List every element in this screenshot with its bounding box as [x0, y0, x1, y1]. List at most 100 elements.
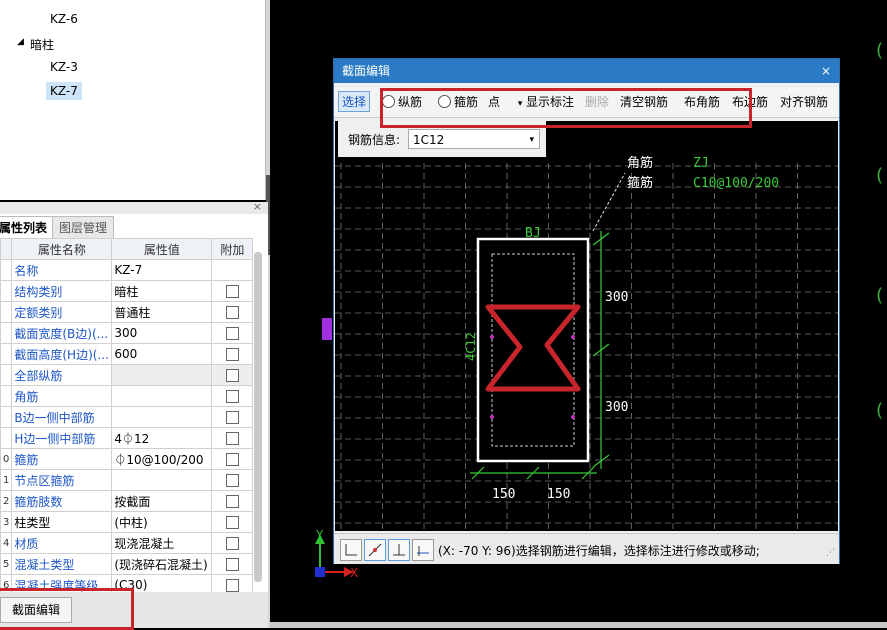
table-row[interactable]: 定额类别 普通柱 [0, 301, 254, 323]
property-extra [211, 259, 254, 281]
align-rebar-button[interactable]: 对齐钢筋 [780, 93, 828, 110]
property-value[interactable]: 暗柱 [111, 280, 213, 302]
property-name: 名称 [11, 259, 113, 281]
property-value[interactable] [111, 364, 213, 386]
rebar-point [490, 415, 494, 419]
row-number: 3 [0, 511, 13, 533]
checkbox[interactable] [225, 558, 239, 571]
select-button[interactable]: 选择 [338, 91, 371, 112]
row-number [0, 280, 13, 302]
checkbox[interactable] [225, 495, 239, 508]
table-row[interactable]: 3 柱类型 (中柱) [0, 511, 254, 533]
tab-layer-manager[interactable]: 图层管理 [52, 216, 115, 239]
section-canvas[interactable]: 角筋 箍筋 ZJ C10@100/200 BJ 4C12 300 300 150 150 [335, 121, 838, 531]
checkbox[interactable] [225, 411, 239, 424]
checkbox[interactable] [225, 474, 239, 487]
edge-mark-icon: ( [876, 285, 884, 306]
rebar-point [490, 335, 494, 339]
table-row[interactable]: 2 箍筋肢数 按截面 [0, 490, 254, 512]
table-row[interactable]: 1 节点区箍筋 [0, 469, 254, 491]
property-value[interactable]: 300 [111, 322, 213, 344]
property-extra [211, 280, 254, 302]
property-value[interactable]: (中柱) [111, 511, 213, 533]
close-icon[interactable]: × [821, 59, 831, 83]
dimension-icon[interactable] [412, 539, 434, 561]
property-extra [211, 511, 254, 533]
checkbox[interactable] [225, 306, 239, 319]
table-row[interactable]: 0 箍筋 ⏀10@100/200 [0, 448, 254, 470]
property-value[interactable]: KZ-7 [111, 259, 213, 281]
property-extra [211, 406, 254, 428]
scrollbar-thumb[interactable] [254, 252, 262, 582]
tree-item-kz6[interactable]: KZ-6 [50, 12, 78, 26]
table-row[interactable]: H边一侧中部筋 4⏀12 [0, 427, 254, 449]
dialog-titlebar[interactable]: 截面编辑 × [334, 59, 839, 83]
tree-item-kz7[interactable]: KZ-7 [46, 82, 82, 100]
checkbox[interactable] [225, 432, 239, 445]
row-number: 0 [0, 448, 13, 470]
rebar-info-select[interactable]: 1C12 ▾ [408, 129, 540, 149]
property-value[interactable] [111, 469, 213, 491]
property-value[interactable] [111, 406, 213, 428]
dialog-title: 截面编辑 [342, 64, 391, 78]
row-number: 5 [0, 553, 13, 575]
label-hoop: 箍筋 [627, 175, 653, 191]
label-corner-rebar: 角筋 [627, 155, 653, 171]
property-value[interactable]: (现浇碎石混凝土) [111, 553, 213, 575]
dim-label-h2: 300 [605, 400, 628, 415]
checkbox[interactable] [225, 390, 239, 403]
checkbox[interactable] [225, 327, 239, 340]
property-name: 截面高度(H边)(... [11, 343, 113, 365]
property-value[interactable]: 普通柱 [111, 301, 213, 323]
property-value[interactable]: 按截面 [111, 490, 213, 512]
checkbox[interactable] [225, 537, 239, 550]
dialog-statusbar: (X: -70 Y: 96)选择钢筋进行编辑，选择标注进行修改或移动; ⋰ [334, 533, 839, 564]
resize-grip-icon[interactable]: ⋰ [826, 548, 835, 558]
property-name: 全部纵筋 [11, 364, 113, 386]
close-icon[interactable]: × [253, 200, 262, 213]
property-name: B边一侧中部筋 [11, 406, 113, 428]
property-name: 截面宽度(B边)(... [11, 322, 113, 344]
header-name: 属性名称 [11, 238, 113, 260]
checkbox[interactable] [225, 285, 239, 298]
table-row[interactable]: 角筋 [0, 385, 254, 407]
highlight-box-tab [0, 588, 134, 630]
tree-item-kz3[interactable]: KZ-3 [50, 60, 78, 74]
perpendicular-icon[interactable] [388, 539, 410, 561]
tab-property-list[interactable]: 属性列表 [0, 216, 55, 239]
row-number [0, 406, 13, 428]
rebar-point [571, 415, 575, 419]
checkbox[interactable] [225, 453, 239, 466]
tree-item-anzhu[interactable]: 暗柱 [30, 36, 54, 53]
checkbox[interactable] [225, 369, 239, 382]
bottom-strip [270, 622, 887, 628]
label-zj: ZJ [693, 156, 709, 171]
section-edit-dialog: 截面编辑 × 选择 纵筋 箍筋 点 ▾ 显示标注 删除 清空钢筋 布角筋 布边筋… [333, 58, 840, 564]
status-text: (X: -70 Y: 96)选择钢筋进行编辑，选择标注进行修改或移动; [438, 544, 760, 558]
property-value[interactable]: 4⏀12 [111, 427, 213, 449]
table-row[interactable]: 全部纵筋 [0, 364, 254, 386]
table-row[interactable]: 名称 KZ-7 [0, 259, 254, 281]
property-value[interactable]: 现浇混凝土 [111, 532, 213, 554]
table-row[interactable]: 结构类别 暗柱 [0, 280, 254, 302]
table-row[interactable]: 截面高度(H边)(... 600 [0, 343, 254, 365]
checkbox[interactable] [225, 348, 239, 361]
edge-mark-icon: ( [876, 165, 884, 186]
row-number: 1 [0, 469, 13, 491]
section-drawing[interactable]: 角筋箍筋 ZJ C10@100/200 BJ 4C12 300 300 150 150 [335, 121, 838, 531]
table-row[interactable]: B边一侧中部筋 [0, 406, 254, 428]
checkbox[interactable] [225, 579, 239, 592]
header-extra: 附加 [211, 238, 254, 260]
tree-expand-icon[interactable]: ◢ [17, 37, 24, 47]
table-row[interactable]: 5 混凝土类型 (现浇碎石混凝土) [0, 553, 254, 575]
y-axis-label: Y [316, 528, 324, 542]
property-value[interactable]: ⏀10@100/200 [111, 448, 213, 470]
property-value[interactable]: 600 [111, 343, 213, 365]
property-extra [211, 553, 254, 575]
label-bj: BJ [525, 226, 541, 241]
table-row[interactable]: 4 材质 现浇混凝土 [0, 532, 254, 554]
property-value[interactable] [111, 385, 213, 407]
table-row[interactable]: 截面宽度(B边)(... 300 [0, 322, 254, 344]
property-extra [211, 427, 254, 449]
checkbox[interactable] [225, 516, 239, 529]
